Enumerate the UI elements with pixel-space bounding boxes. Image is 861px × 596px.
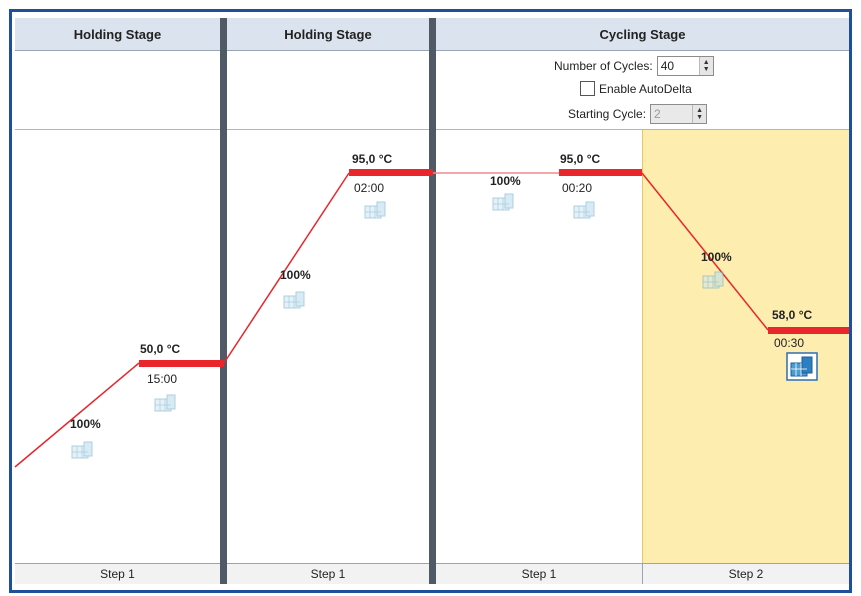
time-label[interactable]: 00:30 bbox=[774, 336, 804, 350]
thermal-profile-panel: Holding Stage Step 1 Holding Stage Step … bbox=[9, 9, 852, 593]
camera-collection-selected-icon[interactable] bbox=[786, 352, 818, 381]
temperature-label[interactable]: 50,0 °C bbox=[140, 342, 180, 356]
camera-collection-icon[interactable] bbox=[492, 193, 514, 211]
time-label[interactable]: 00:20 bbox=[562, 181, 592, 195]
ramp-rate-label[interactable]: 100% bbox=[701, 250, 732, 264]
time-label[interactable]: 15:00 bbox=[147, 372, 177, 386]
temperature-label[interactable]: 58,0 °C bbox=[772, 308, 812, 322]
thermal-profile-plot: 50,0 °C 15:00 100% 95,0 °C 02:00 100% 95… bbox=[14, 152, 849, 468]
temperature-label[interactable]: 95,0 °C bbox=[560, 152, 600, 166]
hold-line[interactable] bbox=[559, 169, 642, 176]
camera-collection-icon[interactable] bbox=[702, 271, 724, 289]
hold-line[interactable] bbox=[768, 327, 849, 334]
ramp-rate-label[interactable]: 100% bbox=[490, 174, 521, 188]
hold-line[interactable] bbox=[349, 169, 433, 176]
ramp-lines bbox=[14, 172, 769, 468]
ramp-rate-label[interactable]: 100% bbox=[70, 417, 101, 431]
camera-collection-icon[interactable] bbox=[154, 394, 176, 412]
ramp-rate-label[interactable]: 100% bbox=[280, 268, 311, 282]
camera-collection-icon[interactable] bbox=[283, 291, 305, 309]
camera-collection-icon[interactable] bbox=[364, 201, 386, 219]
camera-collection-icon[interactable] bbox=[573, 201, 595, 219]
time-label[interactable]: 02:00 bbox=[354, 181, 384, 195]
temperature-label[interactable]: 95,0 °C bbox=[352, 152, 392, 166]
camera-collection-icon[interactable] bbox=[71, 441, 93, 459]
hold-line[interactable] bbox=[139, 360, 224, 367]
